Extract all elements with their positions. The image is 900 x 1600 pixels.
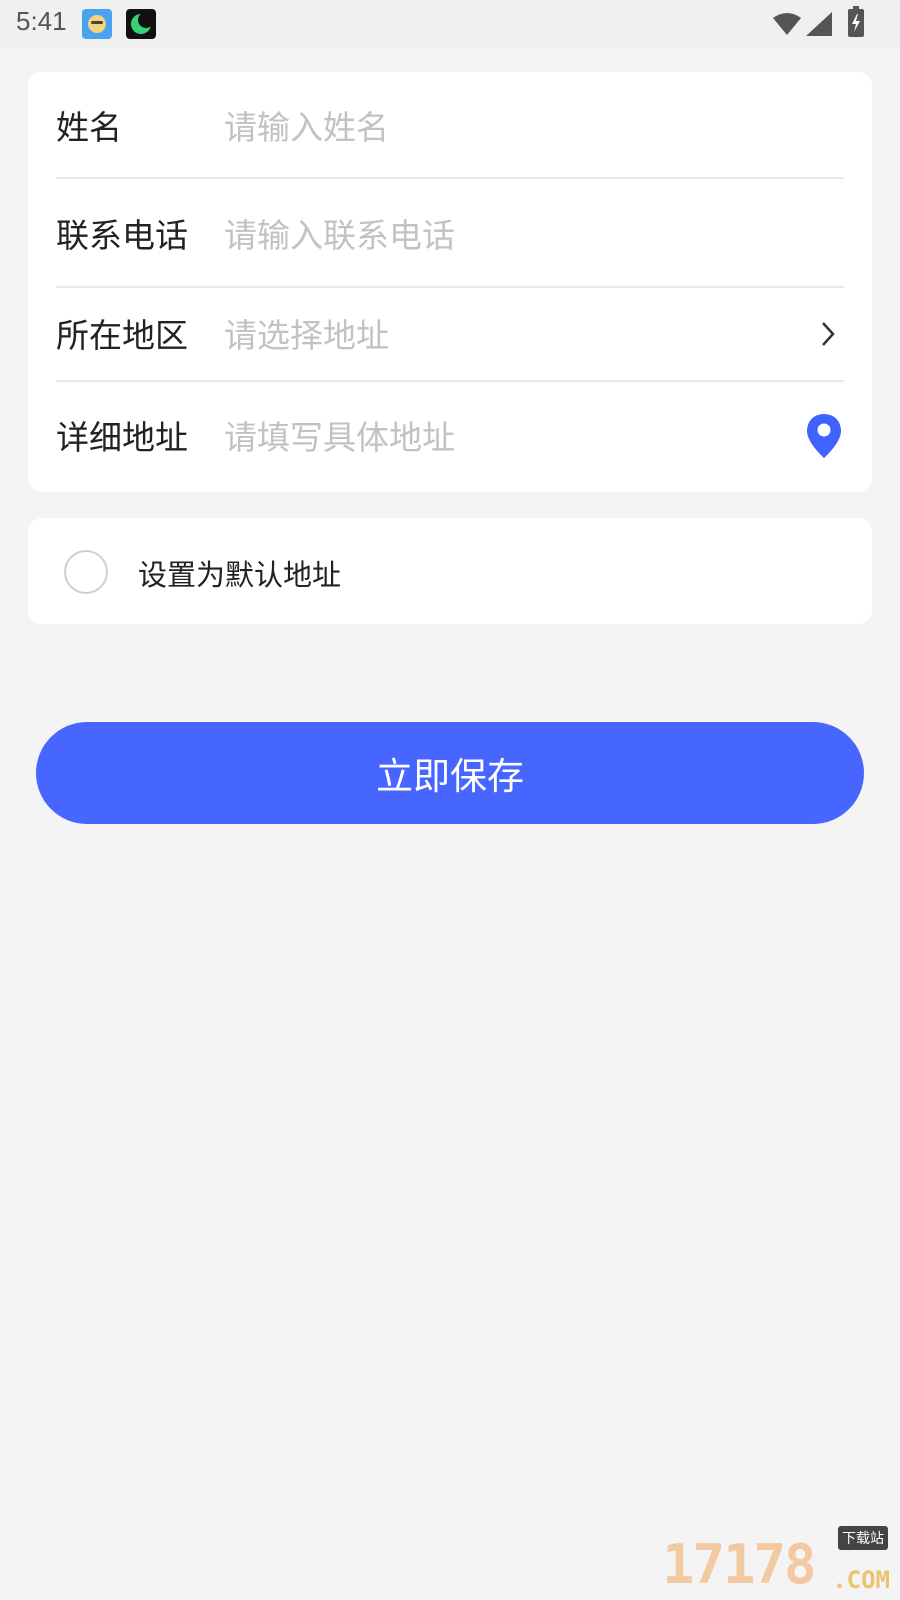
detail-address-row[interactable]: 详细地址 请填写具体地址	[56, 402, 844, 468]
battery-charging-icon	[848, 6, 864, 37]
default-address-card[interactable]: 设置为默认地址	[28, 518, 872, 624]
watermark-logo: 下载站 17178 .COM	[662, 1526, 892, 1596]
status-icons	[760, 0, 900, 48]
phone-row[interactable]: 联系电话 请输入联系电话	[56, 200, 844, 266]
app-moon-icon	[126, 9, 156, 39]
signal-icon	[806, 12, 832, 36]
region-selector[interactable]: 请选择地址	[224, 309, 844, 357]
divider	[56, 380, 844, 382]
watermark-domain: .COM	[832, 1566, 890, 1594]
region-row[interactable]: 所在地区 请选择地址	[56, 300, 844, 366]
phone-input[interactable]: 请输入联系电话	[224, 209, 844, 257]
name-input[interactable]: 请输入姓名	[224, 101, 844, 149]
status-bar: 5:41	[0, 0, 900, 48]
default-address-label: 设置为默认地址	[138, 558, 342, 592]
chevron-right-icon[interactable]	[818, 320, 838, 348]
divider	[56, 177, 844, 179]
watermark-tag: 下载站	[838, 1526, 888, 1550]
divider	[56, 286, 844, 288]
address-form-card: 姓名 请输入姓名 联系电话 请输入联系电话 所在地区 请选择地址 详细地址 请填…	[28, 72, 872, 492]
detail-address-label: 详细地址	[56, 418, 188, 457]
region-label: 所在地区	[56, 316, 188, 355]
default-address-radio[interactable]	[64, 550, 108, 594]
watermark-numbers: 17178	[662, 1533, 817, 1596]
wifi-icon	[773, 13, 801, 35]
name-label: 姓名	[56, 108, 122, 147]
app-face-icon	[82, 9, 112, 39]
name-row[interactable]: 姓名 请输入姓名	[56, 92, 844, 158]
phone-label: 联系电话	[56, 216, 188, 255]
status-time: 5:41	[16, 6, 67, 36]
save-button[interactable]: 立即保存	[36, 722, 864, 824]
detail-address-input[interactable]: 请填写具体地址	[224, 411, 844, 459]
location-pin-icon[interactable]	[804, 412, 844, 460]
